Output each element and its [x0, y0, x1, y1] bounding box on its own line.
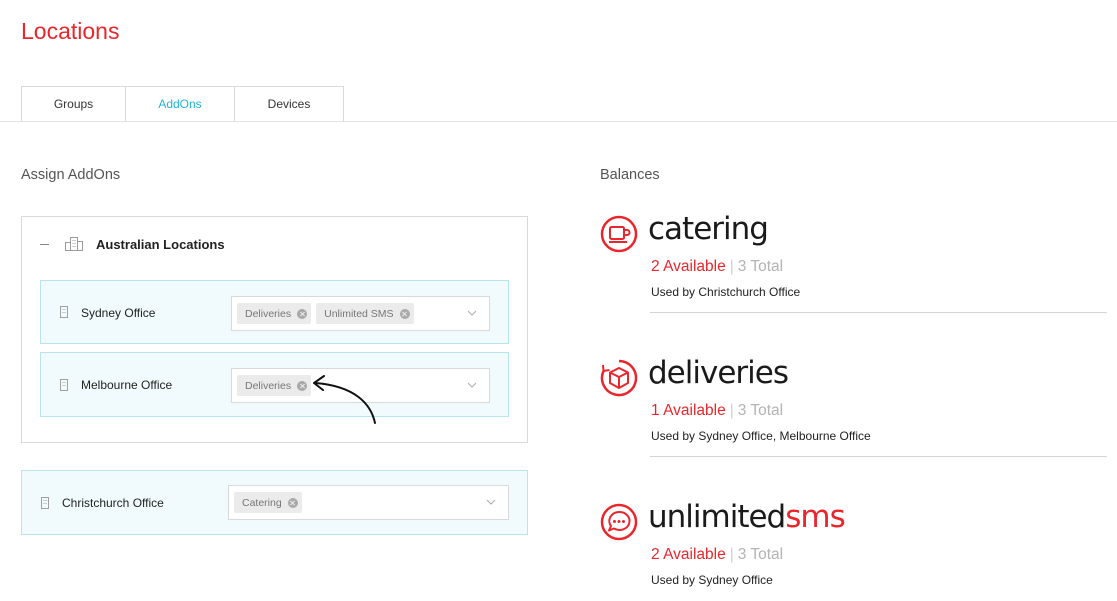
- used-by: Used by Sydney Office: [651, 573, 773, 587]
- addon-chip: Unlimited SMS: [316, 303, 414, 324]
- location-row-christchurch: Christchurch Office Catering: [21, 470, 528, 535]
- availability: 2 Available | 3 Total: [651, 258, 783, 276]
- separator: |: [729, 546, 734, 563]
- availability: 2 Available | 3 Total: [651, 546, 783, 564]
- logo-text: catering: [648, 211, 769, 247]
- building-icon: [59, 306, 69, 318]
- location-name: Sydney Office: [81, 306, 156, 320]
- total-count: 3 Total: [737, 402, 784, 419]
- chevron-down-icon[interactable]: [467, 380, 477, 390]
- total-count: 3 Total: [737, 546, 784, 563]
- addon-chip: Deliveries: [237, 303, 312, 324]
- used-by: Used by Sydney Office, Melbourne Office: [651, 429, 871, 443]
- addon-select[interactable]: Deliveries Unlimited SMS: [231, 296, 490, 331]
- cup-icon: [600, 215, 638, 253]
- building-icon: [40, 497, 50, 509]
- separator: |: [729, 402, 734, 419]
- chip-label: Deliveries: [245, 379, 292, 392]
- logo-text: deliveries: [648, 355, 789, 391]
- group-header: Australian Locations: [40, 235, 225, 253]
- box-icon: [600, 359, 638, 397]
- logo-text: unlimited: [648, 499, 786, 535]
- separator: |: [729, 258, 734, 275]
- tab-bar: Groups AddOns Devices: [21, 86, 344, 121]
- tab-devices[interactable]: Devices: [235, 86, 344, 121]
- addon-select[interactable]: Catering: [228, 485, 509, 520]
- chip-label: Unlimited SMS: [324, 307, 394, 320]
- remove-chip-icon[interactable]: [287, 497, 298, 508]
- remove-chip-icon[interactable]: [297, 308, 308, 319]
- chip-label: Deliveries: [245, 307, 292, 320]
- addon-chip: Deliveries: [237, 375, 312, 396]
- location-row-sydney: Sydney Office Deliveries Unlimited SMS: [40, 280, 509, 344]
- group-name: Australian Locations: [96, 236, 225, 252]
- location-name: Melbourne Office: [81, 378, 173, 392]
- page-title: Locations: [21, 18, 120, 44]
- divider: [650, 312, 1107, 313]
- available-count: 2 Available: [651, 546, 726, 563]
- tabs-divider: [0, 121, 1117, 122]
- tab-groups[interactable]: Groups: [21, 86, 126, 121]
- chip-label: Catering: [242, 496, 282, 509]
- location-name: Christchurch Office: [62, 496, 164, 510]
- addon-logo: catering: [648, 211, 769, 247]
- addon-logo: unlimitedsms: [648, 499, 846, 535]
- logo-accent: sms: [785, 499, 845, 535]
- annotation-arrow-icon: [313, 375, 376, 424]
- divider: [650, 456, 1107, 457]
- tab-addons[interactable]: AddOns: [126, 86, 235, 121]
- location-row-melbourne: Melbourne Office Deliveries: [40, 352, 509, 417]
- assign-addons-title: Assign AddOns: [21, 167, 121, 183]
- remove-chip-icon[interactable]: [399, 308, 410, 319]
- group-card-australian-locations: Australian Locations Sydney Office Deliv…: [21, 216, 528, 443]
- buildings-icon: [65, 237, 83, 251]
- used-by: Used by Christchurch Office: [651, 285, 801, 299]
- chat-icon: [600, 503, 638, 541]
- chevron-down-icon[interactable]: [486, 497, 496, 507]
- addon-logo: deliveries: [648, 355, 789, 391]
- chevron-down-icon[interactable]: [467, 308, 477, 318]
- balances-title: Balances: [600, 167, 660, 183]
- collapse-icon[interactable]: [40, 243, 49, 245]
- total-count: 3 Total: [737, 258, 784, 275]
- available-count: 1 Available: [651, 402, 726, 419]
- available-count: 2 Available: [651, 258, 726, 275]
- availability: 1 Available | 3 Total: [651, 402, 783, 420]
- building-icon: [59, 379, 69, 391]
- addon-chip: Catering: [234, 492, 302, 513]
